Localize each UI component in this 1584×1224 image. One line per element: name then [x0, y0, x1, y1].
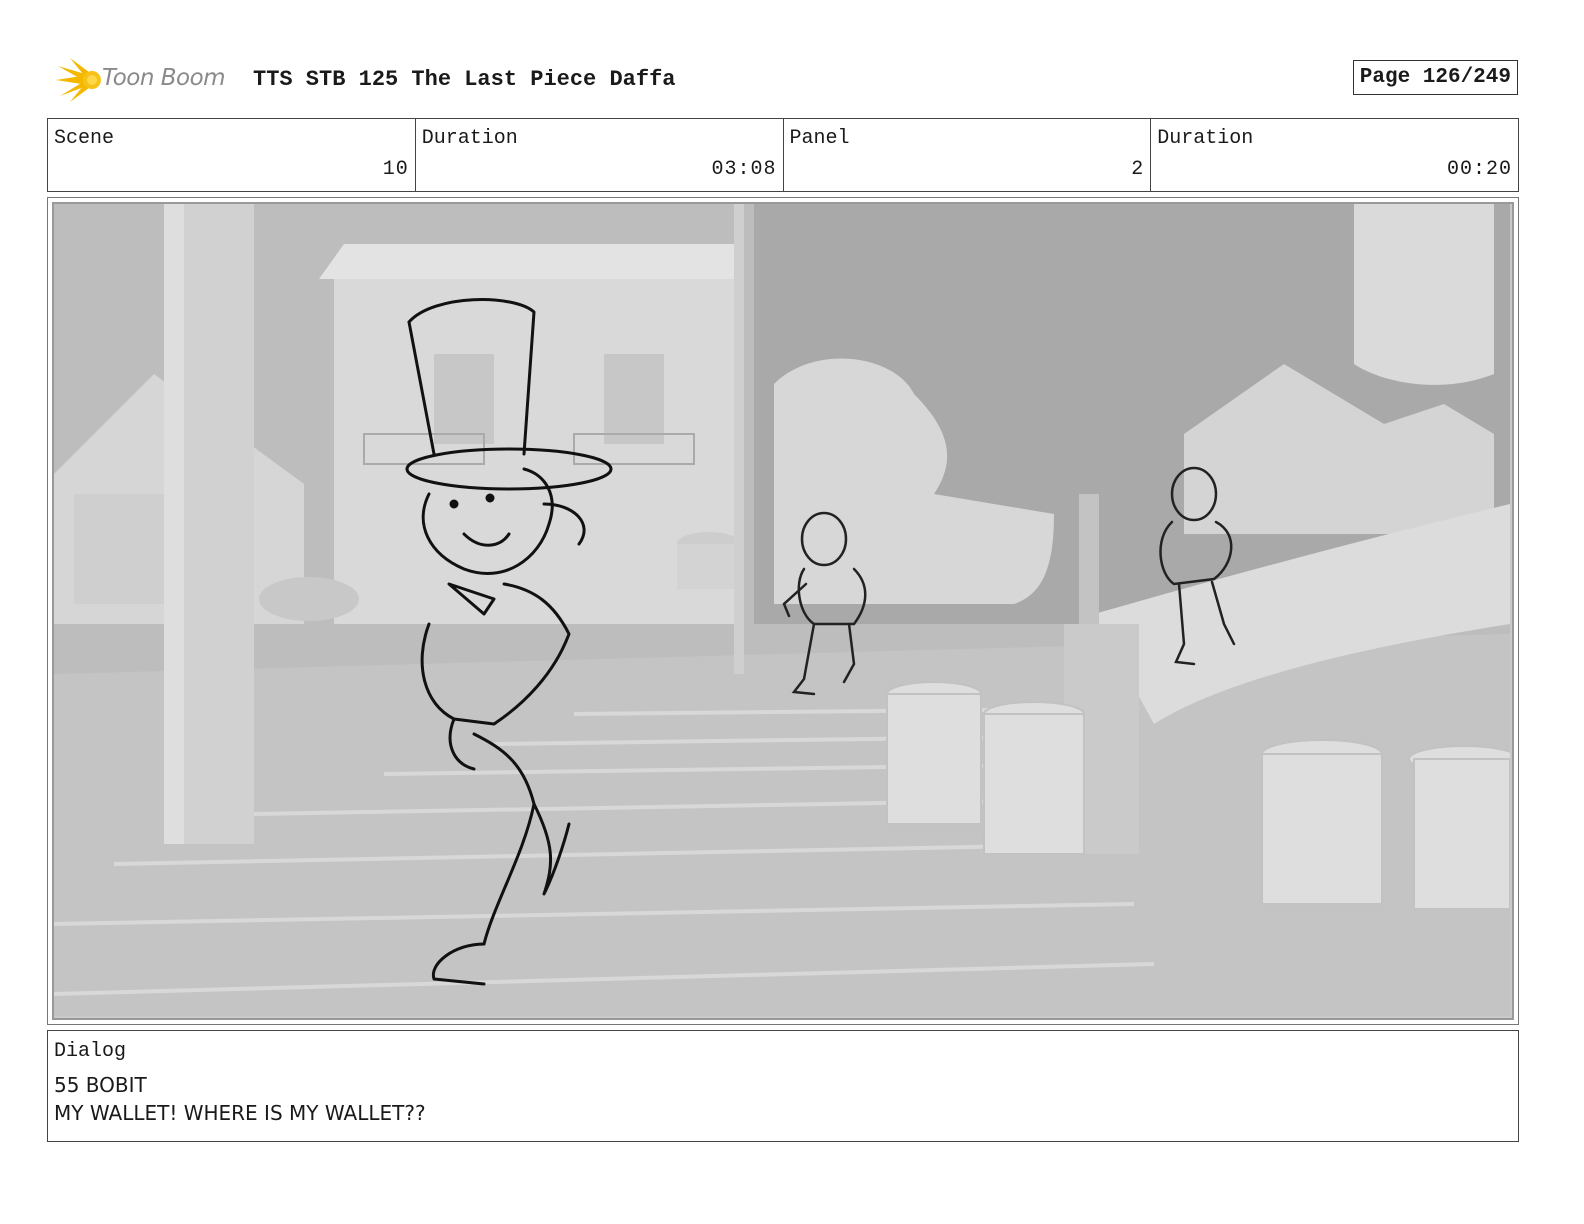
dialog-box: Dialog 55 BOBIT MY WALLET! WHERE IS MY W… [47, 1030, 1519, 1142]
page-header: Toon Boom TTS STB 125 The Last Piece Daf… [48, 52, 1520, 108]
panel-duration-value: 00:20 [1446, 158, 1512, 181]
document-title: TTS STB 125 The Last Piece Daffa [253, 67, 676, 92]
scene-cell: Scene 10 [48, 119, 416, 191]
storyboard-panel-image [52, 202, 1514, 1020]
panel-info-row: Scene 10 Duration 03:08 Panel 2 Duration… [47, 118, 1519, 192]
logo-text: Toon Boom [102, 65, 226, 91]
storyboard-panel-frame [47, 197, 1519, 1025]
panel-value: 2 [1131, 158, 1145, 181]
scene-duration-value: 03:08 [711, 158, 777, 181]
scene-value: 10 [382, 158, 409, 181]
toon-boom-logo: Toon Boom [48, 52, 248, 108]
page-number: Page 126/249 [1352, 60, 1518, 95]
dialog-speaker-line: 55 BOBIT [54, 1073, 147, 1097]
scene-duration-cell: Duration 03:08 [416, 119, 784, 191]
panel-duration-label: Duration [1157, 127, 1254, 150]
dialog-text-line: MY WALLET! WHERE IS MY WALLET?? [54, 1101, 426, 1125]
scene-duration-label: Duration [421, 127, 518, 150]
scene-label: Scene [54, 127, 115, 150]
dialog-label: Dialog [54, 1040, 127, 1063]
storyboard-sketch [54, 204, 1510, 1016]
panel-duration-cell: Duration 00:20 [1151, 119, 1518, 191]
sunburst-icon [56, 58, 101, 102]
panel-cell: Panel 2 [784, 119, 1152, 191]
panel-label: Panel [789, 127, 850, 150]
